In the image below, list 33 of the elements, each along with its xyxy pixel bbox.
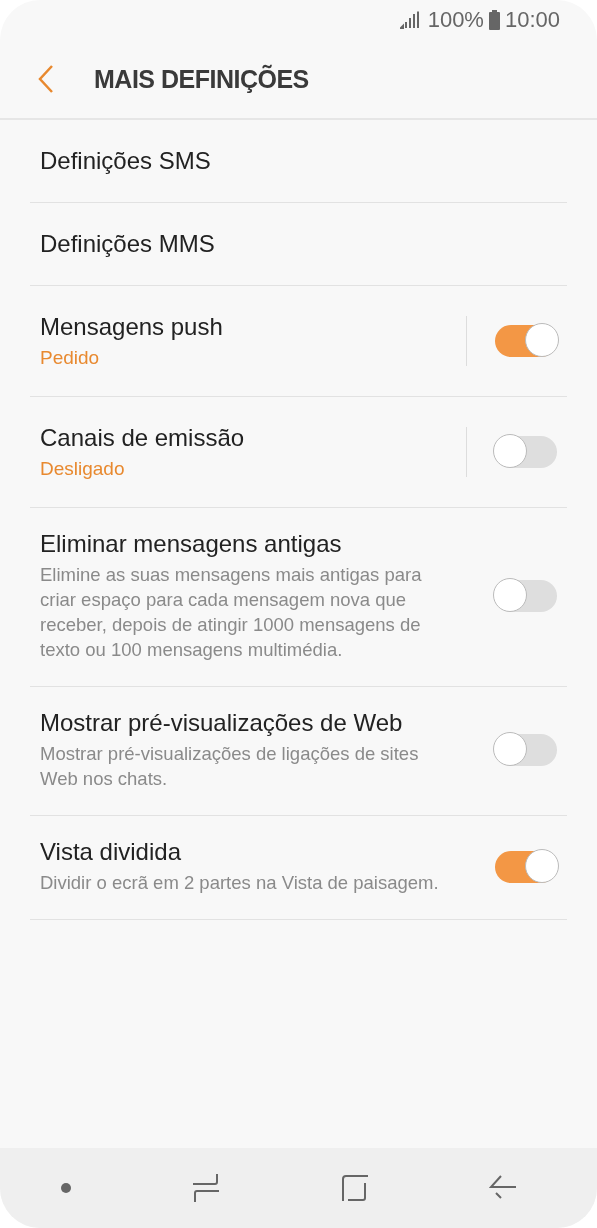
settings-item[interactable]: Eliminar mensagens antigas Elimine as suas mensagens mais antigas para criar espaço para cada mensagem nova que receber, depois de atingir 1000 mensagens de texto ou 100 mensagens multimédia. <box>30 508 567 687</box>
signal-icon <box>399 11 420 29</box>
toggle-switch[interactable] <box>495 734 557 766</box>
item-title: Vista dividida <box>40 838 182 866</box>
clock-time: 10:00 <box>504 7 560 33</box>
item-description: Elimine as suas mensagens mais antigas para criar espaço para cada mensagem nova que receber, depois de atingir 1000 mensagens de texto ou 100 mensagens multimédia. <box>40 563 423 662</box>
dot-icon[interactable] <box>60 1182 73 1194</box>
settings-item[interactable]: Vista dividida Dividir o ecrã em 2 partes na Vista de paisagem. <box>30 816 567 920</box>
item-status: Pedido <box>40 347 101 369</box>
toggle-switch[interactable] <box>495 850 557 883</box>
item-title: Mensagens push <box>40 313 224 341</box>
toggle-switch[interactable] <box>495 325 557 357</box>
item-title: Eliminar mensagens antigas <box>40 530 343 558</box>
toggle-switch[interactable] <box>495 580 557 612</box>
item-title: Canais de emissão <box>40 424 246 452</box>
settings-item[interactable]: Canais de emissão Desligado <box>30 397 567 508</box>
battery-icon <box>488 10 500 30</box>
item-description: Dividir o ecrã em 2 partes na Vista de paisagem. <box>40 871 440 895</box>
item-description: Mostrar pré-visualizações de ligações de sites Web nos chats. <box>40 742 420 791</box>
recent-apps-icon[interactable] <box>192 1172 221 1204</box>
item-title: Mostrar pré-visualizações de Web <box>40 709 404 737</box>
settings-item[interactable]: Mensagens push Pedido <box>30 286 567 397</box>
back-icon[interactable] <box>38 65 54 93</box>
settings-item[interactable]: Definições MMS <box>30 203 567 286</box>
item-title: Definições MMS <box>40 230 216 258</box>
page-title: MAIS DEFINIÇÕES <box>94 64 309 94</box>
settings-item[interactable]: Mostrar pré-visualizações de Web Mostrar pré-visualizações de ligações de sites Web nos chats. <box>30 687 567 816</box>
item-title: Definições SMS <box>40 147 212 175</box>
item-status: Desligado <box>40 458 126 480</box>
toggle-switch[interactable] <box>495 436 557 468</box>
settings-item[interactable]: Definições SMS <box>30 120 567 203</box>
home-icon[interactable] <box>340 1174 369 1202</box>
battery-percent: 100% <box>427 7 484 33</box>
